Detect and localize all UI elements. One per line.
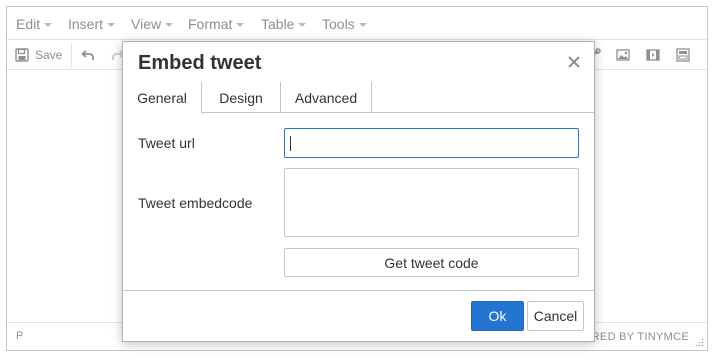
tweet-embedcode-label: Tweet embedcode: [138, 195, 253, 211]
toolbar-separator: [71, 43, 72, 67]
resize-handle-icon[interactable]: [695, 338, 704, 347]
undo-button[interactable]: [81, 46, 95, 64]
chevron-down-icon: [44, 23, 53, 27]
menu-tools-label: Tools: [322, 16, 355, 32]
text-cursor: [290, 136, 291, 151]
cancel-button[interactable]: Cancel: [527, 301, 584, 331]
menu-format-label: Format: [188, 16, 233, 32]
chevron-down-icon: [298, 23, 307, 27]
chevron-down-icon: [358, 23, 367, 27]
tweet-embedcode-textarea[interactable]: [284, 168, 579, 237]
media-icon: [646, 49, 660, 61]
tab-advanced[interactable]: Advanced: [281, 82, 372, 113]
dialog-title: Embed tweet: [138, 52, 262, 74]
tab-design[interactable]: Design: [202, 82, 281, 113]
tab-design-label: Design: [219, 90, 263, 106]
tab-general-label: General: [137, 90, 187, 106]
media-button[interactable]: [646, 46, 660, 64]
menu-view-label: View: [131, 16, 162, 32]
image-button[interactable]: [616, 46, 630, 64]
save-icon: [15, 48, 29, 62]
powered-by-text[interactable]: ERED BY TINYMCE: [584, 331, 689, 343]
menu-insert-label: Insert: [68, 16, 104, 32]
tab-advanced-label: Advanced: [294, 90, 358, 106]
undo-icon: [81, 50, 94, 60]
dialog-tabs: General Design Advanced: [123, 82, 594, 114]
image-icon: [616, 49, 630, 61]
template-icon: [676, 48, 690, 62]
ok-button[interactable]: Ok: [471, 301, 524, 331]
tweet-url-label: Tweet url: [138, 135, 195, 151]
chevron-down-icon: [165, 23, 174, 27]
chevron-down-icon: [236, 23, 245, 27]
element-path[interactable]: P: [16, 330, 23, 342]
menubar: Edit Insert View Format Table Tools: [7, 7, 707, 40]
template-button[interactable]: [676, 46, 690, 64]
save-button-label: Save: [35, 48, 63, 62]
menu-table-label: Table: [261, 16, 295, 32]
menu-insert[interactable]: Insert: [68, 16, 116, 32]
menu-view[interactable]: View: [131, 16, 174, 32]
tweet-url-input[interactable]: [284, 128, 579, 158]
menu-table[interactable]: Table: [261, 16, 307, 32]
save-button[interactable]: Save: [15, 46, 62, 64]
close-icon[interactable]: [566, 53, 582, 71]
menu-edit-label: Edit: [16, 16, 41, 32]
menu-format[interactable]: Format: [188, 16, 245, 32]
chevron-down-icon: [107, 23, 116, 27]
menu-edit[interactable]: Edit: [16, 16, 53, 32]
tab-general[interactable]: General: [123, 82, 202, 114]
embed-tweet-dialog: Embed tweet General Design Advanced Twee…: [122, 41, 595, 342]
get-tweet-code-button[interactable]: Get tweet code: [284, 248, 579, 277]
dialog-footer: Ok Cancel: [123, 290, 594, 341]
menu-tools[interactable]: Tools: [322, 16, 367, 32]
